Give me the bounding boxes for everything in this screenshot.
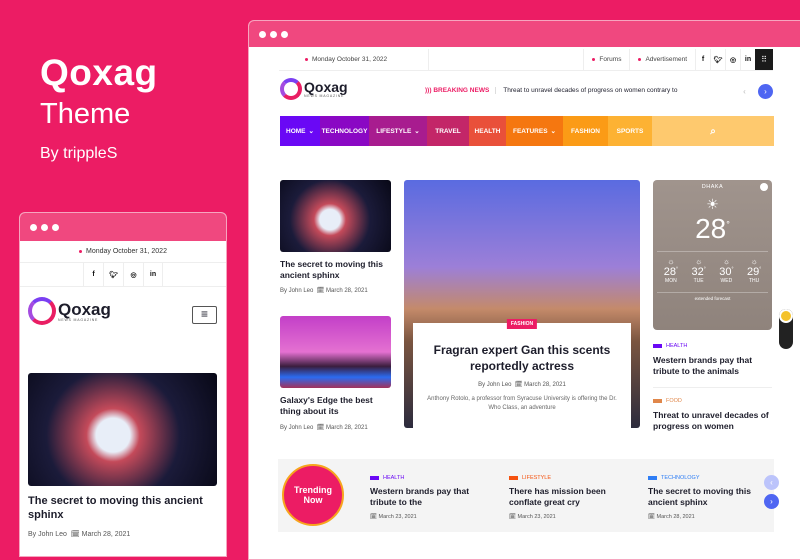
window-titlebar [249,21,800,47]
instagram-icon[interactable]: ◎ [725,49,740,70]
calendar-icon: 🗓︎ [514,382,523,389]
breaking-news: ))) BREAKING NEWS Threat to unravel deca… [425,87,678,94]
main-nav: HOME ⌄ TECHNOLOGY LIFESTYLE ⌄ TRAVEL HEALTH FEA… [280,116,774,146]
post-image-car[interactable] [280,316,391,389]
nav-item-features[interactable]: FEATURES ⌄ [506,116,563,146]
date-text: Monday October 31, 2022 [312,56,388,63]
chevron-down-icon: ⌄ [550,128,556,135]
sun-icon: ☀︎ [706,196,719,212]
promo-author: By trippleS [40,145,118,162]
calendar-icon: 🗓︎ [316,288,325,295]
category-badge[interactable]: FASHION [506,319,538,329]
advertisement-link[interactable]: Advertisement [629,49,695,70]
forecast-day: ☼ 28° MON [663,257,678,284]
forums-link[interactable]: Forums [583,49,629,70]
search-button[interactable]: ⌕ [652,116,774,146]
promo-brand: Qoxag Theme By trippleS [40,52,158,163]
instagram-icon[interactable]: ◎ [123,263,143,286]
trending-bar: Trending Now HEALTH Western brands pay th… [278,459,779,532]
site-logo[interactable]: Qoxag NEWS MAGAZINE [280,78,348,100]
weather-widget: DHAKA ☀︎ 28° ☼ 28° MON ☼ 32° TUE ☼ 30° WED ☼ 29° TH… [653,180,772,330]
weather-icon: ☼ [667,257,675,266]
trending-item[interactable]: HEALTH Western brands pay that tribute to… [370,475,509,520]
post-title[interactable]: Galaxy's Edge the best thing about its [280,395,391,416]
breaking-news-text[interactable]: Threat to unravel decades of progress on… [503,87,677,94]
nav-item-home[interactable]: HOME ⌄ [280,116,320,146]
promo-subtitle: Theme [40,98,131,130]
nav-item-lifestyle[interactable]: LIFESTYLE ⌄ [369,116,427,146]
twitter-icon[interactable]: 🐦︎ [710,49,725,70]
weather-icon: ☼ [750,257,758,266]
breaking-next-button[interactable]: › [758,84,773,99]
forecast-day: ☼ 32° TUE [691,257,706,284]
forecast-day: ☼ 29° THU [747,257,762,284]
nav-item-fashion[interactable]: FASHION [563,116,608,146]
gear-icon [779,309,793,323]
nav-item-sports[interactable]: SPORTS [608,116,652,146]
trending-now-label: Trending Now [282,464,344,526]
location-icon [760,183,768,191]
side-post[interactable]: HEALTH Western brands pay that tribute to… [653,343,772,389]
hamburger-menu-icon[interactable]: ≡ [192,306,217,324]
linkedin-icon[interactable]: in [740,49,755,70]
post-image-vr[interactable] [28,373,217,486]
nav-item-technology[interactable]: TECHNOLOGY [320,116,369,146]
top-bar: Monday October 31, 2022 Forums Advertise… [279,49,773,71]
chevron-down-icon: ⌄ [414,128,420,135]
calendar-icon: 🗓︎ [648,514,655,521]
trending-next-button[interactable]: › [764,494,779,509]
facebook-icon[interactable]: f [83,263,103,286]
window-titlebar [20,213,226,241]
breaking-prev-button[interactable]: ‹ [737,84,752,99]
calendar-icon: 🗓︎ [316,424,325,431]
nav-item-health[interactable]: HEALTH [469,116,506,146]
featured-title[interactable]: Fragran expert Gan this scents reportedl… [427,343,617,374]
featured-post[interactable]: FASHION Fragran expert Gan this scents r… [404,180,640,428]
facebook-icon[interactable]: f [695,49,710,70]
desktop-preview-window: Monday October 31, 2022 Forums Advertise… [248,20,800,560]
twitter-icon[interactable]: 🐦︎ [103,263,123,286]
weather-icon: ☼ [722,257,731,266]
post-meta: By John Leo 🗓︎ March 28, 2021 [280,424,368,431]
post-meta: By John Leo 🗓︎ March 28, 2021 [280,288,368,295]
nav-item-travel[interactable]: TRAVEL [427,116,469,146]
trending-prev-button[interactable]: ‹ [764,475,779,490]
mobile-preview-window: Monday October 31, 2022 f 🐦︎ ◎ in Qoxag N… [19,212,227,557]
chevron-down-icon: ⌄ [308,128,314,135]
linkedin-icon[interactable]: in [143,263,163,286]
grid-menu-icon[interactable]: ⠿ [755,49,773,70]
featured-excerpt: Anthony Rotolo, a professor from Syracus… [427,396,617,412]
weather-icon: ☼ [694,257,703,266]
logo-mark-icon [28,297,56,325]
forecast-day: ☼ 30° WED [719,257,734,284]
post-image-vr[interactable] [280,180,391,252]
calendar-icon: 🗓︎ [70,531,80,538]
post-title[interactable]: The secret to moving this ancient sphinx [28,494,217,523]
trending-item[interactable]: LIFESTYLE There has mission been conflate… [509,475,648,520]
post-title[interactable]: The secret to moving this ancient sphinx [280,259,391,280]
settings-toggle[interactable] [779,309,793,349]
date-text: Monday October 31, 2022 [86,248,167,255]
side-post[interactable]: FOOD Threat to unravel decades of progres… [653,398,772,442]
logo-mark-icon [280,78,302,100]
calendar-icon: 🗓︎ [370,514,377,521]
promo-title: Qoxag [40,52,158,93]
calendar-icon: 🗓︎ [509,514,516,521]
site-logo[interactable]: Qoxag NEWS MAGAZINE [28,297,111,325]
